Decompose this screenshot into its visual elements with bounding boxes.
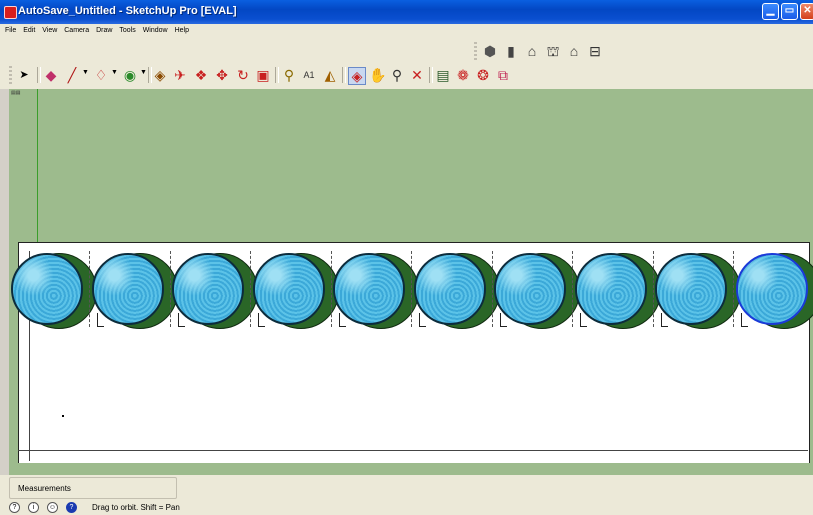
pool[interactable] (414, 253, 486, 325)
hidden-edge (411, 251, 412, 327)
status-bar: ? i ☺ ? Drag to orbit. Shift = Pan (0, 501, 813, 515)
zoom-extents-icon[interactable]: ✕ (409, 67, 425, 83)
credits-icon[interactable]: i (28, 502, 39, 513)
hidden-edge (733, 251, 734, 327)
pool[interactable] (333, 253, 405, 325)
iso-view-icon[interactable]: ⬢ (482, 43, 498, 59)
top-view-icon[interactable]: ▮ (503, 43, 519, 59)
measurements-box[interactable]: Measurements (9, 477, 177, 499)
pool[interactable] (575, 253, 647, 325)
right-view-icon[interactable]: ⛫ (545, 43, 561, 59)
toolbar-grip[interactable] (474, 42, 477, 60)
toolbar-grip[interactable] (9, 66, 12, 84)
maximize-button[interactable]: ▭ (781, 3, 798, 20)
chevron-down-icon[interactable]: ▼ (82, 69, 89, 76)
pool[interactable] (494, 253, 566, 325)
eraser-icon[interactable]: ◆ (43, 67, 59, 83)
pool[interactable] (253, 253, 325, 325)
views-toolbar: ⬢ ▮ ⌂ ⛫ ⌂ ⊟ (474, 40, 614, 62)
components-icon[interactable]: ❁ (455, 67, 471, 83)
menu-bar: File Edit View Camera Draw Tools Window … (0, 24, 813, 38)
green-axis-line (37, 89, 38, 249)
hidden-edge (170, 251, 171, 327)
back-view-icon[interactable]: ⌂ (566, 43, 582, 59)
rotate-icon[interactable]: ↻ (235, 67, 251, 83)
hidden-edge (331, 251, 332, 327)
minimize-button[interactable]: ▁ (762, 3, 779, 20)
share-model-icon[interactable]: ⧉ (495, 67, 511, 83)
pool[interactable] (92, 253, 164, 325)
hidden-edge (653, 251, 654, 327)
scale-icon[interactable]: ▣ (255, 67, 271, 83)
arc-icon[interactable]: ♢ (93, 67, 109, 83)
select-arrow-icon[interactable]: ➤ (16, 67, 32, 83)
user-icon[interactable]: ☺ (47, 502, 58, 513)
hidden-edge (89, 251, 90, 327)
help-icon[interactable]: ? (66, 502, 77, 513)
front-view-icon[interactable]: ⌂ (524, 43, 540, 59)
close-button[interactable]: ✕ (800, 3, 813, 20)
sketchup-app-icon[interactable] (4, 6, 17, 19)
menu-file[interactable]: File (5, 24, 16, 38)
menu-draw[interactable]: Draw (96, 24, 112, 38)
orbit-icon[interactable]: ◈ (348, 67, 366, 85)
pan-icon[interactable]: ✋ (369, 67, 386, 83)
circle-icon[interactable]: ◉ (122, 67, 138, 83)
geo-location-icon[interactable]: ? (9, 502, 20, 513)
menu-tools[interactable]: Tools (119, 24, 135, 38)
paint-bucket-icon[interactable]: ◭ (322, 67, 338, 83)
ground-strip (9, 463, 813, 475)
modeling-viewport[interactable]: ▤▤ (9, 89, 813, 475)
pool[interactable] (655, 253, 727, 325)
menu-camera[interactable]: Camera (64, 24, 89, 38)
warehouse-icon[interactable]: ▤ (435, 67, 451, 83)
hidden-edge (572, 251, 573, 327)
box-edge (18, 450, 808, 451)
chevron-down-icon[interactable]: ▼ (111, 69, 118, 76)
chevron-down-icon[interactable]: ▼ (140, 69, 147, 76)
left-view-icon[interactable]: ⊟ (587, 43, 603, 59)
title-bar: AutoSave_Untitled - SketchUp Pro [EVAL] … (0, 0, 813, 24)
menu-help[interactable]: Help (175, 24, 189, 38)
pool[interactable] (11, 253, 83, 325)
menu-window[interactable]: Window (143, 24, 168, 38)
line-pencil-icon[interactable]: ╱ (64, 67, 80, 83)
tape-measure-icon[interactable]: ⚲ (281, 67, 297, 83)
pool[interactable] (172, 253, 244, 325)
status-text: Drag to orbit. Shift = Pan (92, 503, 180, 512)
push-pull-icon[interactable]: ✈ (172, 67, 188, 83)
text-label-icon[interactable]: A1 (301, 67, 317, 83)
hidden-edge (492, 251, 493, 327)
scene-tab-icon[interactable]: ▤▤ (11, 90, 25, 99)
pool-selected[interactable] (736, 253, 808, 325)
zoom-icon[interactable]: ⚲ (389, 67, 405, 83)
move-icon[interactable]: ✥ (214, 67, 230, 83)
mouse-cursor (62, 415, 64, 417)
hidden-edge (250, 251, 251, 327)
menu-edit[interactable]: Edit (23, 24, 35, 38)
measurements-label: Measurements (18, 484, 71, 493)
follow-me-icon[interactable]: ❖ (193, 67, 209, 83)
main-toolbar: ➤ ◆ ╱ ▼ ♢ ▼ ◉ ▼ ◈ ✈ ❖ ✥ ↻ ▣ ⚲ A1 ◭ ◈ ✋ ⚲… (9, 64, 549, 86)
window-title: AutoSave_Untitled - SketchUp Pro [EVAL] (18, 5, 237, 17)
menu-view[interactable]: View (42, 24, 57, 38)
extension-icon[interactable]: ❂ (475, 67, 491, 83)
push-pull-icon[interactable]: ◈ (152, 67, 168, 83)
